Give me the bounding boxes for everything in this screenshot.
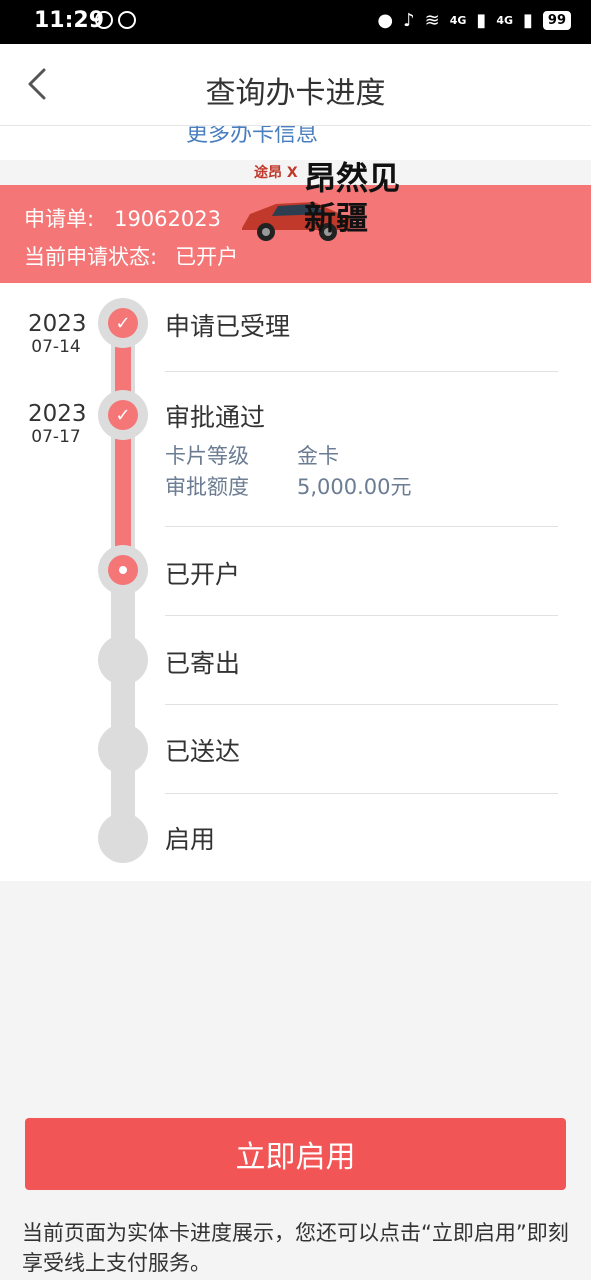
- step-4-node: [98, 635, 148, 685]
- divider: [165, 526, 558, 527]
- footer-note: 当前页面为实体卡进度展示，您还可以点击“立即启用”即刻享受线上支付服务。: [22, 1221, 569, 1275]
- divider: [165, 793, 558, 794]
- credit-limit-value: 5,000.00元: [297, 475, 412, 499]
- step-4-title: 已寄出: [165, 649, 241, 678]
- status-time: 11:29: [34, 8, 105, 33]
- credit-limit-row: 审批额度 5,000.00元: [165, 471, 412, 501]
- ad-brand: 途昂 X: [254, 165, 298, 181]
- step-2-date: 2023 07-17: [28, 401, 87, 447]
- progress-timeline: 2023 07-14 ✓ 申请已受理 2023 07-17 ✓ 审批通过 卡片等…: [0, 283, 591, 881]
- signal-icon-2: ▮: [523, 10, 533, 31]
- ad-slogan: 昂然见新疆: [304, 159, 401, 237]
- step-1-date: 2023 07-14: [28, 311, 87, 357]
- step-1-title: 申请已受理: [165, 312, 291, 341]
- card-level-label: 卡片等级: [165, 444, 249, 468]
- battery-icon: 99: [542, 11, 571, 30]
- check-icon: ✓: [108, 400, 138, 430]
- signal-icon-1: ▮: [476, 10, 487, 31]
- location-icon: ●: [377, 10, 394, 31]
- nav-bar: 查询办卡进度: [0, 44, 591, 126]
- network-type-2: 4G: [496, 14, 513, 27]
- step-2-title: 审批通过: [165, 403, 266, 432]
- step-5-node: [98, 724, 148, 774]
- current-dot-icon: [119, 566, 127, 574]
- qq-icon: [95, 11, 113, 29]
- divider: [165, 371, 558, 372]
- step-6-node: [98, 813, 148, 863]
- check-icon: ✓: [108, 308, 138, 338]
- application-number-label: 申请单:: [24, 207, 95, 231]
- activate-now-button[interactable]: 立即启用: [25, 1118, 566, 1190]
- status-bar: 11:29 ● ♪ ≋ 4G ▮ 4G ▮ 99: [0, 0, 591, 44]
- application-status-label: 当前申请状态:: [24, 245, 158, 269]
- floating-ad[interactable]: 途昂 X 昂然见新疆: [226, 156, 416, 262]
- step-3-title: 已开户: [165, 560, 241, 589]
- credit-limit-label: 审批额度: [165, 475, 249, 499]
- wifi-icon: ≋: [424, 10, 440, 31]
- application-number-value: 19062023: [114, 207, 221, 231]
- step-5-title: 已送达: [165, 737, 241, 766]
- step-3-node: [98, 545, 148, 595]
- page-title: 查询办卡进度: [205, 76, 386, 111]
- timeline-progress: [115, 313, 131, 579]
- step-2-node: ✓: [98, 390, 148, 440]
- more-card-info-link[interactable]: 更多办卡信息: [186, 126, 318, 148]
- step-6-title: 启用: [165, 825, 216, 854]
- mute-icon: ♪: [403, 10, 415, 31]
- divider: [165, 615, 558, 616]
- alarm-icon: [118, 11, 136, 29]
- network-type-1: 4G: [449, 14, 467, 27]
- step-1-node: ✓: [98, 298, 148, 348]
- card-level-row: 卡片等级 金卡: [165, 440, 339, 470]
- divider: [165, 704, 558, 705]
- card-level-value: 金卡: [297, 444, 339, 468]
